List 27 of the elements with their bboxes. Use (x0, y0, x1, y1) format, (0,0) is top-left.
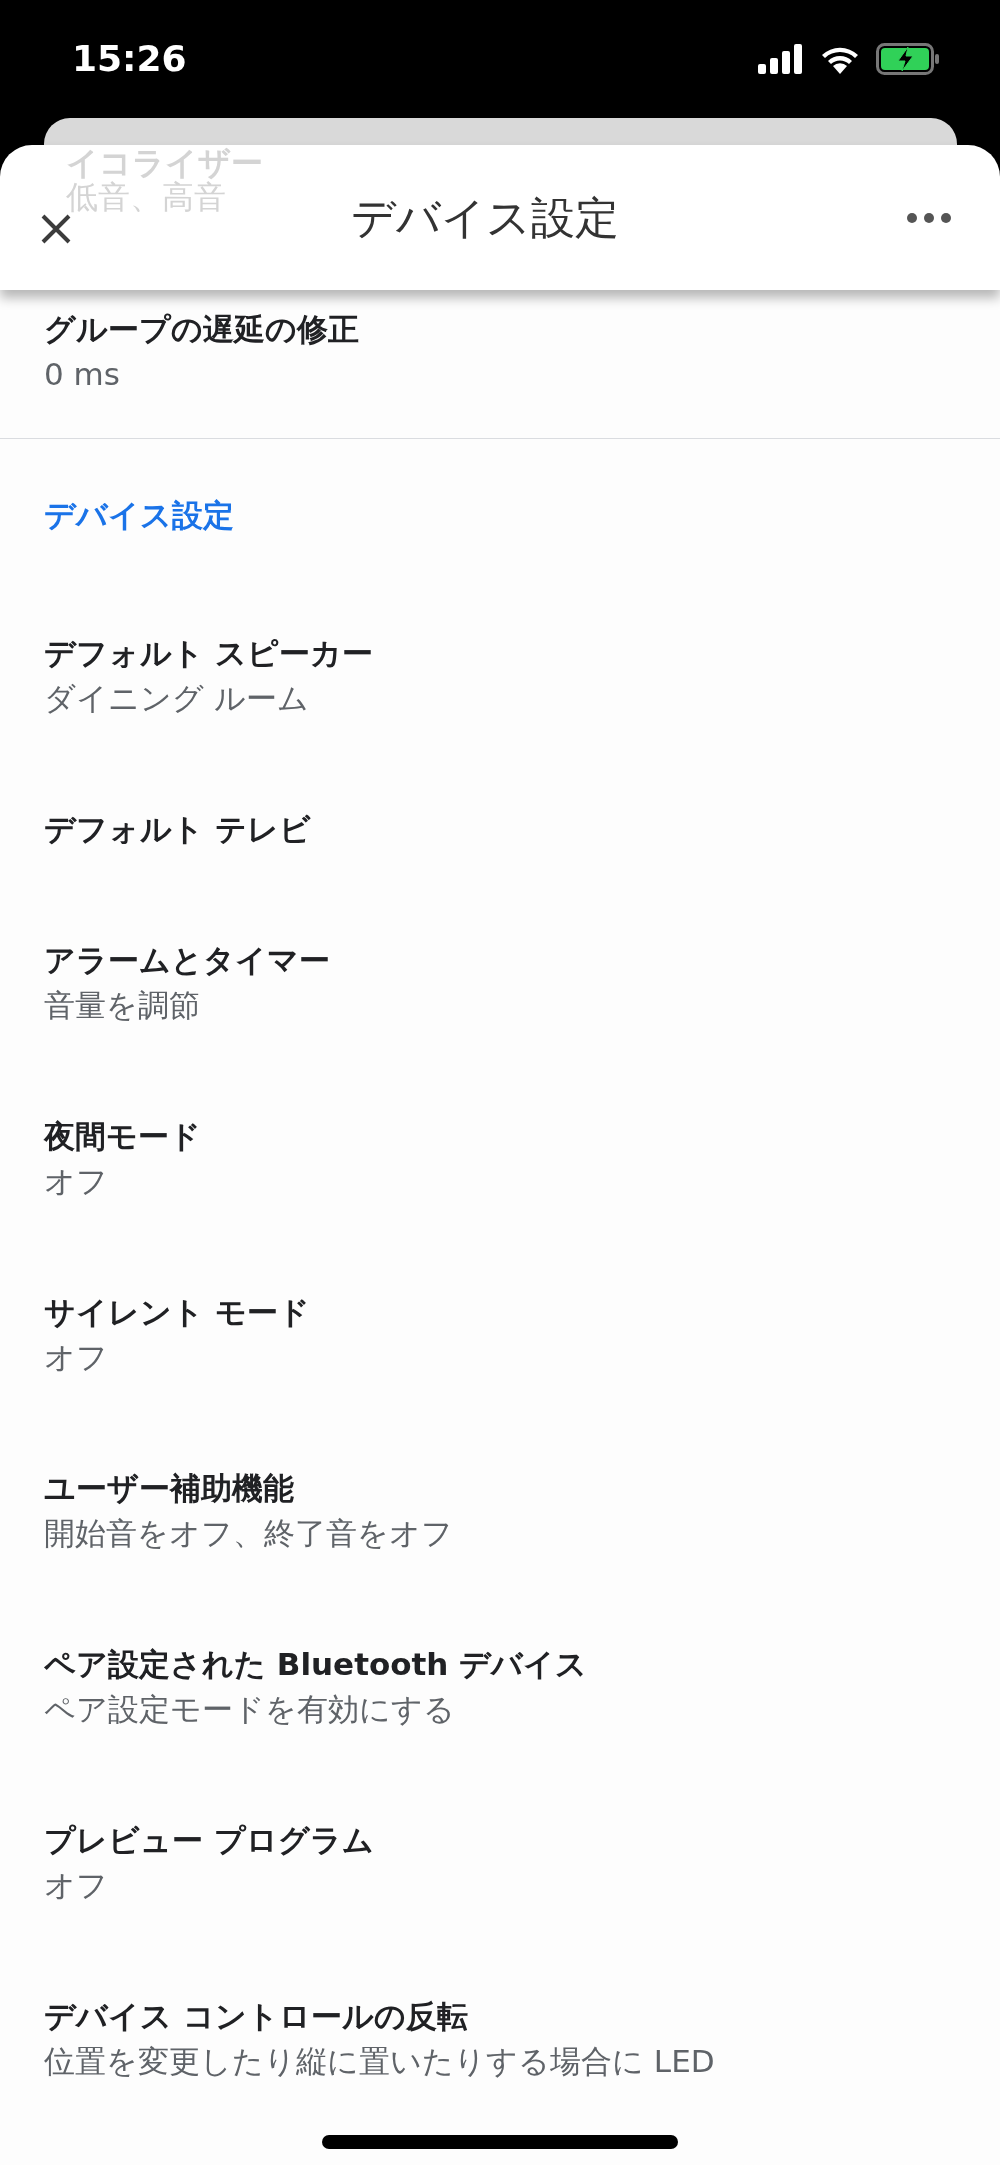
setting-value: 位置を変更したり縦に置いたりする場合に LED (44, 2042, 716, 2081)
setting-title[interactable]: デバイス コントロールの反転 (44, 1994, 956, 2039)
setting-value: ペア設定モードを有効にする (44, 1690, 456, 1729)
setting-value: ダイニング ルーム (44, 679, 310, 718)
setting-value: オフ (44, 1866, 109, 1905)
setting-title[interactable]: アラームとタイマー (44, 938, 956, 983)
more-icon (906, 212, 952, 224)
setting-value: オフ (44, 1338, 109, 1377)
header-title: デバイス設定 (351, 190, 619, 245)
setting-title[interactable]: ユーザー補助機能 (44, 1466, 956, 1511)
setting-title[interactable]: プレビュー プログラム (44, 1818, 956, 1863)
section-heading: デバイス設定 (44, 497, 234, 533)
signal-icon (758, 44, 804, 74)
status-time: 15:26 (72, 41, 187, 77)
setting-title[interactable]: 夜間モード (44, 1114, 956, 1159)
close-button[interactable] (40, 212, 72, 245)
setting-title[interactable]: グループの遅延の修正 (44, 307, 956, 352)
setting-value: 開始音をオフ、終了音をオフ (44, 1514, 454, 1553)
close-icon (40, 212, 72, 245)
setting-value: 0 ms (44, 355, 121, 394)
battery-icon (876, 43, 940, 75)
setting-title[interactable]: デフォルト スピーカー (44, 631, 956, 676)
setting-value: 音量を調節 (44, 986, 201, 1025)
setting-title[interactable]: デフォルト テレビ (44, 807, 956, 852)
setting-value: オフ (44, 1162, 109, 1201)
setting-title[interactable]: サイレント モード (44, 1290, 956, 1335)
setting-title[interactable]: ペア設定された Bluetooth デバイス (44, 1642, 956, 1687)
